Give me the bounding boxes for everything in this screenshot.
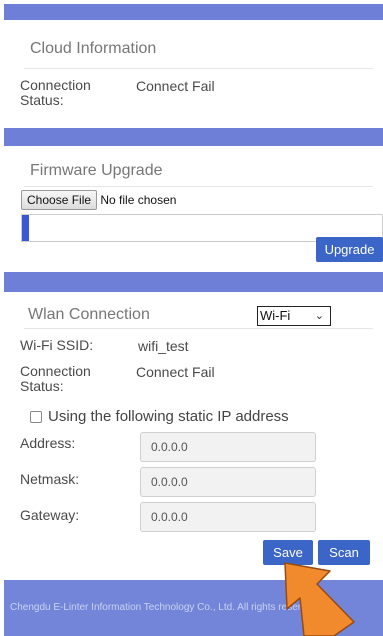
page-frame: Cloud Information Connection Status: Con… bbox=[4, 4, 383, 636]
pointer-arrow-icon bbox=[284, 562, 355, 636]
